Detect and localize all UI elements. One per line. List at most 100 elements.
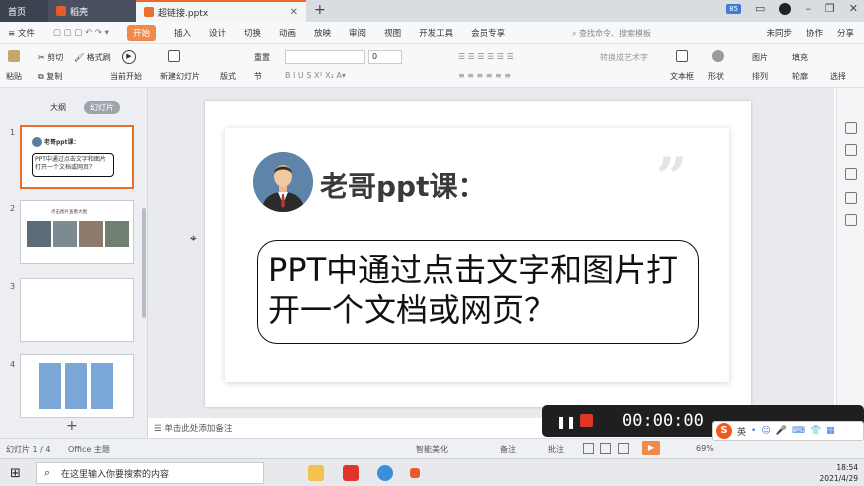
textbox-button[interactable]: 文本框 <box>670 71 694 82</box>
font-family-select[interactable] <box>285 50 365 64</box>
taskbar-search-input[interactable]: ⌕ 在这里输入你要搜索的内容 <box>36 462 264 484</box>
browser-icon[interactable] <box>377 465 393 481</box>
thumbnail-scrollbar[interactable] <box>142 208 146 318</box>
quick-access-icons[interactable]: ▢ ▢ ▢ ↶ ↷ ▾ <box>53 28 109 38</box>
ime-language[interactable]: 英 <box>737 425 746 438</box>
close-tab-icon[interactable]: ✕ <box>290 7 298 18</box>
pause-icon[interactable]: ❚❚ <box>556 415 576 429</box>
minimize-icon[interactable]: – <box>805 2 811 15</box>
textbox-icon[interactable] <box>676 50 688 62</box>
play-slideshow-icon[interactable]: ▶ <box>642 441 660 455</box>
menu-transitions[interactable]: 切换 <box>244 27 261 39</box>
command-search[interactable]: ⌕ 查找命令、搜索模板 <box>572 28 651 39</box>
play-current-icon[interactable]: ▶ <box>122 50 136 64</box>
new-tab-icon[interactable]: + <box>314 2 326 18</box>
menu-view[interactable]: 视图 <box>384 27 401 39</box>
font-format-icons[interactable]: B I U S X² X₂ A▾ <box>285 71 346 80</box>
slide-thumbnail-1[interactable]: 老哥ppt课： PPT中通过点击文字和图片打开一个文档或网页？ <box>20 125 134 189</box>
tab-document[interactable]: 超链接.pptx ✕ <box>136 0 306 22</box>
help-icon[interactable] <box>845 214 857 226</box>
align-icons[interactable]: ≡ ≡ ≡ ≡ ≡ ≡ <box>458 71 511 80</box>
paste-label[interactable]: 粘贴 <box>6 71 22 82</box>
user-avatar-icon[interactable] <box>779 2 792 15</box>
slide-title[interactable]: 老哥ppt课： <box>320 165 485 205</box>
new-slide-button[interactable]: 新建幻灯片 <box>160 71 200 82</box>
comments-button[interactable]: 批注 <box>548 444 564 455</box>
menu-developer[interactable]: 开发工具 <box>419 27 453 39</box>
layout-button[interactable]: 版式 <box>220 71 236 82</box>
slide-thumbnail-4[interactable] <box>20 354 134 418</box>
sorter-view-icon[interactable] <box>600 443 611 454</box>
reset-button[interactable]: 重置 <box>254 52 270 63</box>
emoji-icon[interactable]: ☺ <box>761 426 770 436</box>
section-button[interactable]: 节 <box>254 71 262 82</box>
menu-slideshow[interactable]: 放映 <box>314 27 331 39</box>
thumb2-title: 点击图片查看大图 <box>51 210 87 215</box>
maximize-icon[interactable]: ❐ <box>825 2 835 15</box>
play-current-button[interactable]: 当前开始 <box>110 71 142 82</box>
beautify-button[interactable]: 智能美化 <box>416 444 448 455</box>
menu-file[interactable]: ≡ 文件 <box>8 27 35 39</box>
punct-icon[interactable]: • <box>751 426 756 436</box>
slide-thumbnail-3[interactable] <box>20 278 134 342</box>
slide-body-text[interactable]: PPT中通过点击文字和图片打开一个文档或网页？ <box>268 250 688 330</box>
backup-icon[interactable] <box>845 192 857 204</box>
mic-icon[interactable]: 🎤 <box>776 426 787 436</box>
animation-panel-icon[interactable] <box>845 168 857 180</box>
shape-icon[interactable] <box>712 50 724 62</box>
picture-button[interactable]: 图片 <box>752 52 768 63</box>
paragraph-icons[interactable]: ☰ ☰ ☰ ☰ ☰ ☰ <box>458 52 514 61</box>
keyboard-icon[interactable]: ⌨ <box>792 426 805 436</box>
recorder-app-icon[interactable] <box>410 468 420 478</box>
cut-button[interactable]: ✂ 剪切 <box>38 52 63 63</box>
person-icon <box>253 152 313 212</box>
notification-badge[interactable]: 85 <box>726 3 741 14</box>
convert-art-button[interactable]: 转换成艺术字 <box>600 52 648 63</box>
tab-daoke[interactable]: 稻壳 <box>48 0 136 22</box>
arrange-button[interactable]: 排列 <box>752 71 768 82</box>
toolbox-icon[interactable]: ▦ <box>826 426 835 436</box>
windows-taskbar: ⊞ ⌕ 在这里输入你要搜索的内容 18:54 2021/4/29 <box>0 458 864 486</box>
collab-button[interactable]: 协作 <box>806 27 823 39</box>
menu-start[interactable]: 开始 <box>126 24 156 41</box>
new-slide-icon[interactable] <box>168 50 180 62</box>
file-explorer-icon[interactable] <box>308 465 324 481</box>
tab-home[interactable]: 首页 <box>0 0 48 22</box>
stop-icon[interactable] <box>580 414 593 427</box>
skin-icon[interactable]: ▭ <box>755 2 765 15</box>
zoom-level[interactable]: 69% <box>696 444 714 453</box>
menu-insert[interactable]: 插入 <box>174 27 191 39</box>
sogou-logo-icon[interactable]: S <box>716 423 732 439</box>
paste-button[interactable] <box>8 50 20 62</box>
wps-icon[interactable] <box>343 465 359 481</box>
windows-start-icon[interactable]: ⊞ <box>10 466 21 481</box>
select-button[interactable]: 选择 <box>830 71 846 82</box>
close-window-icon[interactable]: ✕ <box>849 2 858 15</box>
taskbar-clock[interactable]: 18:54 2021/4/29 <box>820 462 858 484</box>
shape-button[interactable]: 形状 <box>708 71 724 82</box>
property-icon[interactable] <box>845 122 857 134</box>
tab-slides[interactable]: 幻灯片 <box>84 101 120 114</box>
reading-view-icon[interactable] <box>618 443 629 454</box>
design-icon[interactable] <box>845 144 857 156</box>
notes-bar[interactable]: ☰ 单击此处添加备注 <box>148 418 548 438</box>
fill-button[interactable]: 填充 <box>792 52 808 63</box>
notes-toggle-button[interactable]: 备注 <box>500 444 516 455</box>
outline-button[interactable]: 轮廓 <box>792 71 808 82</box>
copy-button[interactable]: ⧉ 复制 <box>38 71 62 82</box>
font-size-select[interactable]: 0 <box>368 50 402 64</box>
tab-outline[interactable]: 大纲 <box>44 101 72 114</box>
format-painter-button[interactable]: 🖌 格式刷 <box>74 52 111 63</box>
menu-design[interactable]: 设计 <box>209 27 226 39</box>
sync-button[interactable]: 未同步 <box>766 27 792 39</box>
add-slide-icon[interactable]: + <box>66 418 78 434</box>
menu-review[interactable]: 审阅 <box>349 27 366 39</box>
share-button[interactable]: 分享 <box>837 27 854 39</box>
menu-member[interactable]: 会员专享 <box>471 27 505 39</box>
normal-view-icon[interactable] <box>583 443 594 454</box>
skin-shirt-icon[interactable]: 👕 <box>810 426 821 436</box>
avatar[interactable] <box>253 152 313 212</box>
slide-number: 3 <box>10 282 16 291</box>
slide-thumbnail-2[interactable]: 点击图片查看大图 <box>20 200 134 264</box>
menu-animation[interactable]: 动画 <box>279 27 296 39</box>
